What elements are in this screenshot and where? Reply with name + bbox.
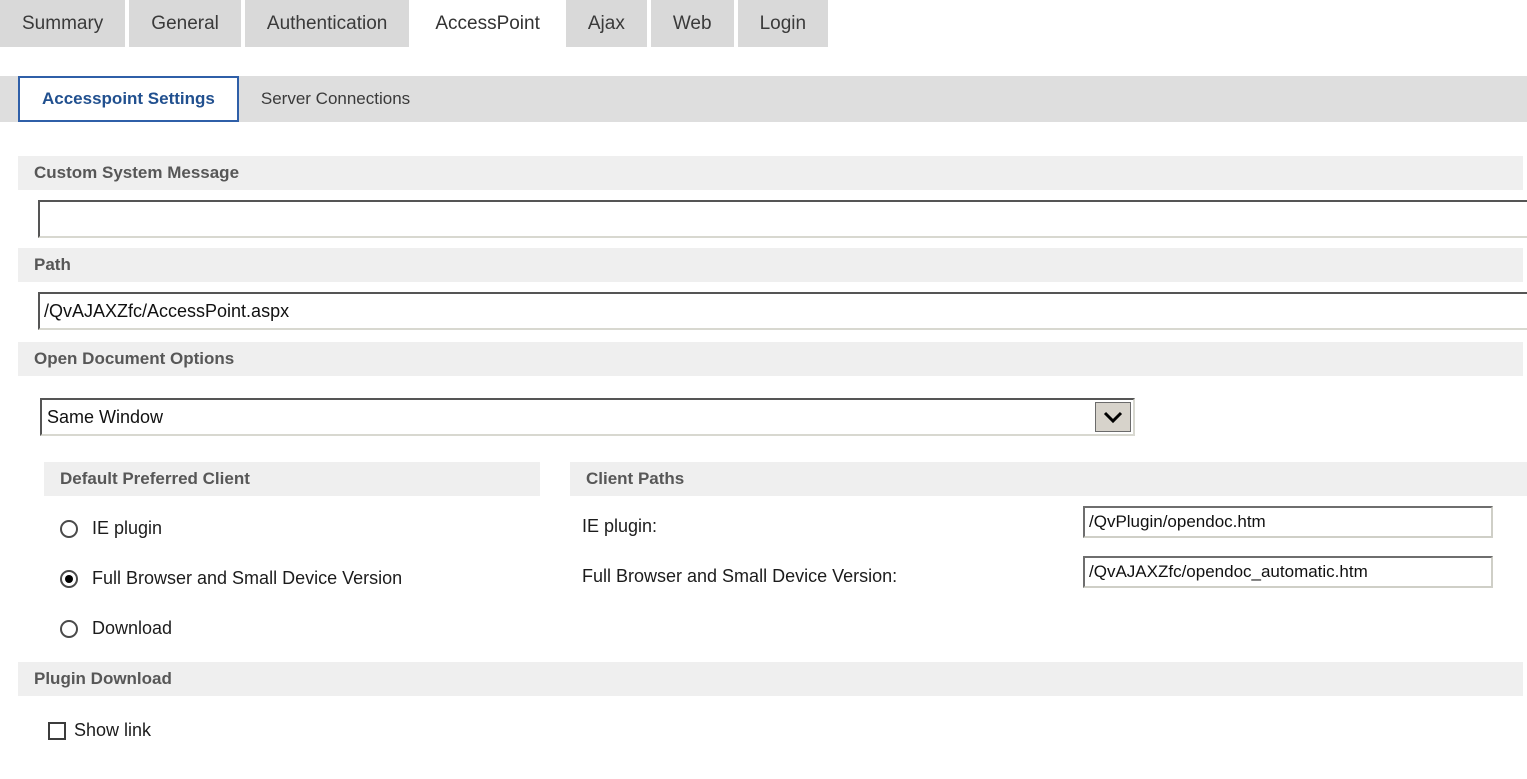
tab-web[interactable]: Web — [650, 0, 734, 47]
sub-tab-server-connections[interactable]: Server Connections — [239, 76, 432, 122]
tab-general[interactable]: General — [129, 0, 241, 47]
tab-ajax[interactable]: Ajax — [565, 0, 647, 47]
radio-full-browser-and-small-device-version-dot — [65, 574, 73, 583]
sub-tab-accesspoint-settings[interactable]: Accesspoint Settings — [18, 76, 239, 122]
tab-ajax-label: Ajax — [587, 12, 625, 34]
radio-full-browser-and-small-device-version-indicator[interactable] — [60, 569, 78, 588]
section-header-path: Path — [18, 248, 1523, 282]
custom-system-message-input[interactable] — [38, 200, 1527, 238]
sub-tab-bar: Accesspoint Settings Server Connections — [0, 76, 1527, 122]
client-path-ie-plugin-input[interactable] — [1083, 506, 1493, 538]
radio-download-label: Download — [92, 618, 173, 638]
tab-web-label: Web — [672, 12, 712, 34]
tab-login[interactable]: Login — [737, 0, 829, 47]
tab-authentication[interactable]: Authentication — [244, 0, 410, 47]
section-header-open-document-options: Open Document Options — [18, 342, 1523, 376]
tab-general-label: General — [151, 12, 219, 34]
tab-summary[interactable]: Summary — [0, 0, 126, 47]
section-header-path-label: Path — [34, 255, 71, 274]
tab-login-label: Login — [759, 12, 807, 34]
tab-summary-label: Summary — [22, 12, 104, 34]
section-header-plugin-download-label: Plugin Download — [34, 669, 172, 688]
settings-content: Custom System Message Path Open Document… — [0, 122, 1527, 779]
open-document-options-select[interactable]: Same Window — [40, 398, 1135, 436]
checkbox-show-link-indicator[interactable] — [48, 721, 66, 740]
radio-full-browser-and-small-device-version[interactable]: Full Browser and Small Device Version — [60, 568, 402, 589]
tab-accesspoint[interactable]: AccessPoint — [413, 0, 562, 47]
sub-tab-server-connections-label: Server Connections — [260, 89, 411, 108]
client-path-full-browser-input[interactable] — [1083, 556, 1493, 588]
section-header-custom-system-message-label: Custom System Message — [34, 163, 240, 182]
section-header-client-paths: Client Paths — [570, 462, 1527, 496]
section-header-open-document-options-label: Open Document Options — [34, 349, 235, 368]
checkbox-show-link[interactable]: Show link — [48, 720, 151, 741]
section-header-default-preferred-client: Default Preferred Client — [44, 462, 540, 496]
tab-authentication-label: Authentication — [266, 12, 388, 34]
section-header-plugin-download: Plugin Download — [18, 662, 1523, 696]
radio-download-indicator[interactable] — [60, 619, 78, 638]
radio-ie-plugin-label: IE plugin — [92, 518, 163, 538]
client-path-ie-plugin-label: IE plugin: — [582, 516, 657, 537]
sub-tab-accesspoint-settings-label: Accesspoint Settings — [42, 89, 215, 108]
path-input[interactable] — [38, 292, 1527, 330]
radio-download[interactable]: Download — [60, 618, 172, 639]
open-document-options-selected-value: Same Window — [47, 406, 164, 427]
tab-accesspoint-label: AccessPoint — [435, 12, 540, 34]
section-header-default-preferred-client-label: Default Preferred Client — [60, 469, 250, 488]
section-header-client-paths-label: Client Paths — [586, 469, 685, 488]
client-path-ie-plugin-label-text: IE plugin: — [582, 516, 658, 536]
checkbox-show-link-label: Show link — [74, 720, 152, 740]
client-path-full-browser-label-text: Full Browser and Small Device Version: — [582, 566, 898, 586]
section-header-custom-system-message: Custom System Message — [18, 156, 1523, 190]
radio-ie-plugin-indicator[interactable] — [60, 519, 78, 538]
radio-ie-plugin[interactable]: IE plugin — [60, 518, 162, 539]
chevron-down-icon[interactable] — [1095, 402, 1131, 432]
radio-full-browser-and-small-device-version-label: Full Browser and Small Device Version — [92, 568, 403, 588]
main-tab-bar: Summary General Authentication AccessPoi… — [0, 0, 1527, 47]
client-path-full-browser-label: Full Browser and Small Device Version: — [582, 566, 897, 587]
